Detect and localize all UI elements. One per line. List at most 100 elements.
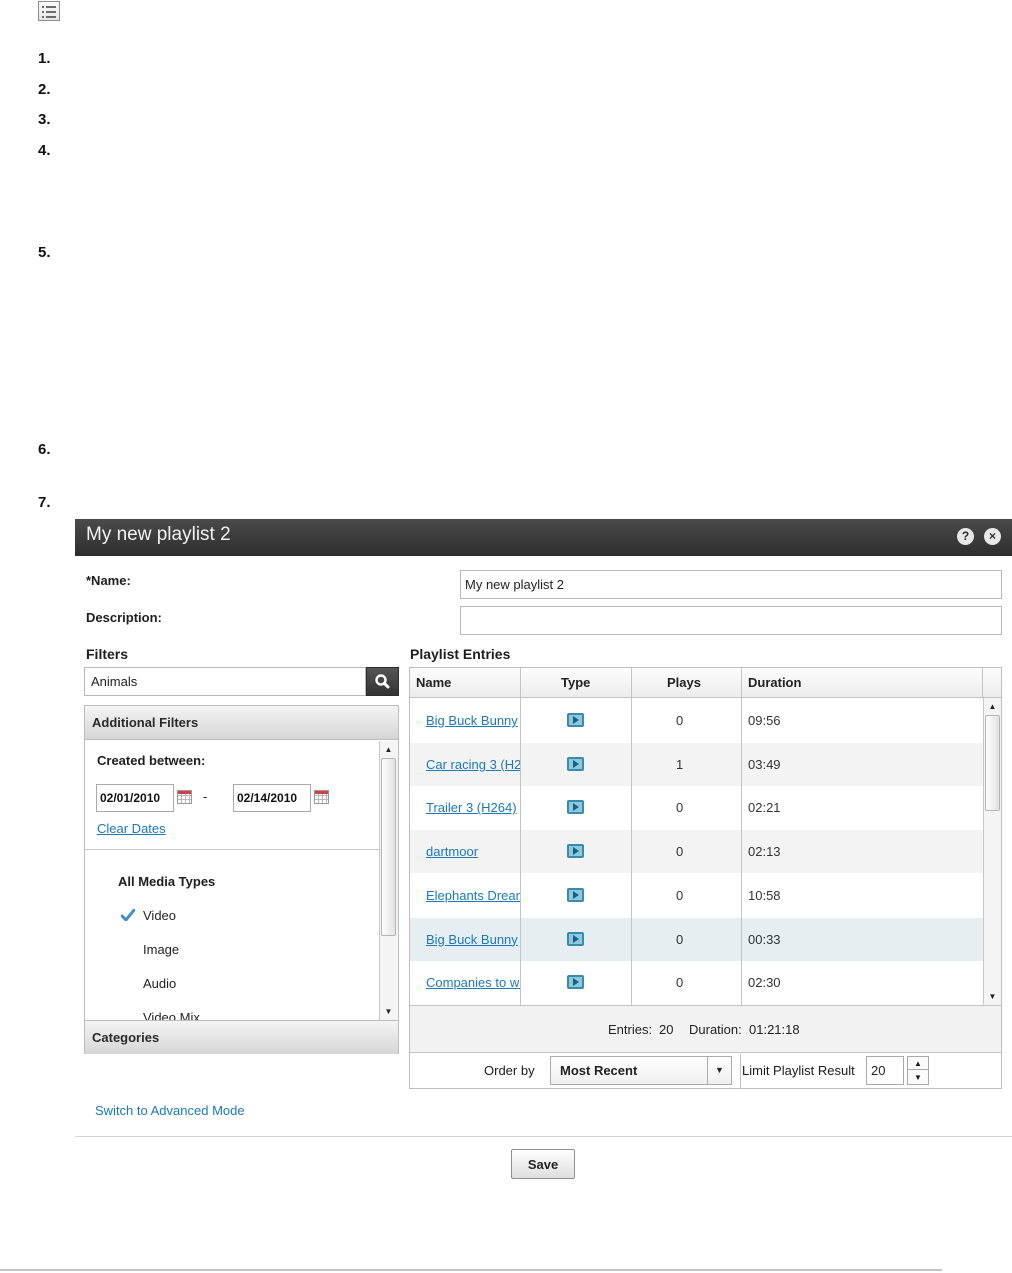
limit-stepper[interactable]: ▲ ▼ xyxy=(907,1056,929,1085)
limit-input[interactable]: 20 xyxy=(866,1056,904,1085)
chevron-down-icon[interactable]: ▼ xyxy=(707,1057,731,1084)
order-by-value: Most Recent xyxy=(560,1063,638,1078)
date-separator: - xyxy=(203,789,208,804)
all-media-types-label[interactable]: All Media Types xyxy=(118,874,215,889)
media-type-audio[interactable]: Audio xyxy=(143,976,176,991)
entry-type-cell xyxy=(521,918,631,961)
column-header-plays[interactable]: Plays xyxy=(667,668,701,698)
entries-value: 20 xyxy=(659,1022,674,1037)
table-row[interactable]: Elephants Dream 0 10:58 xyxy=(410,873,983,917)
dialog-header: My new playlist 2 ? × xyxy=(75,519,1012,556)
description-label: Description: xyxy=(86,610,162,625)
entry-name-link[interactable]: dartmoor xyxy=(426,844,478,859)
footer-divider xyxy=(75,1136,1012,1137)
name-label: *Name: xyxy=(86,573,131,588)
column-divider xyxy=(520,668,521,1005)
entry-name-link[interactable]: Car racing 3 (H264) xyxy=(426,757,520,772)
close-icon[interactable]: × xyxy=(984,528,1001,545)
name-field[interactable]: My new playlist 2 xyxy=(460,570,1002,599)
column-divider xyxy=(631,668,632,1005)
entry-plays-cell: 0 xyxy=(676,800,684,816)
order-by-label: Order by xyxy=(484,1063,535,1078)
duration-value: 01:21:18 xyxy=(749,1022,800,1037)
filters-scrollbar[interactable]: ▲ ▼ xyxy=(379,741,398,1020)
entry-name-cell: Car racing 3 (H264) xyxy=(426,743,520,786)
help-icon[interactable]: ? xyxy=(957,528,974,545)
filters-panel: Additional Filters Created between: 02/0… xyxy=(84,705,399,1054)
entry-name-link[interactable]: Big Buck Bunny xyxy=(426,713,518,728)
limit-label: Limit Playlist Result xyxy=(742,1063,855,1078)
order-by-select[interactable]: Most Recent ▼ xyxy=(550,1056,732,1085)
scroll-up-arrow-icon[interactable]: ▲ xyxy=(984,698,1001,715)
playlist-summary: Entries: 20 Duration: 01:21:18 xyxy=(410,1005,1001,1053)
table-row[interactable]: Big Buck Bunny 0 09:56 xyxy=(410,699,983,742)
playlist-scrollbar[interactable]: ▲ ▼ xyxy=(983,698,1001,1005)
column-header-type[interactable]: Type xyxy=(561,668,590,698)
table-row[interactable]: dartmoor 0 02:13 xyxy=(410,830,983,874)
step-number: 3. xyxy=(38,111,51,128)
stepper-up-icon[interactable]: ▲ xyxy=(908,1057,928,1070)
step-number: 2. xyxy=(38,81,51,98)
table-row[interactable]: Companies to watch 0 02:30 xyxy=(410,961,983,1005)
playlist-dialog: My new playlist 2 ? × *Name: My new play… xyxy=(75,519,1012,1199)
entry-duration-cell: 02:30 xyxy=(748,975,781,991)
entry-plays-cell: 0 xyxy=(676,844,684,860)
step-number: 1. xyxy=(38,50,51,67)
scroll-thumb[interactable] xyxy=(381,758,396,936)
entry-name-cell: Big Buck Bunny xyxy=(426,918,520,961)
description-field[interactable] xyxy=(460,606,1002,635)
search-button[interactable] xyxy=(366,667,399,696)
column-header-name[interactable]: Name xyxy=(416,668,451,698)
video-icon xyxy=(567,844,584,859)
entry-name-cell: dartmoor xyxy=(426,830,520,873)
created-between-label: Created between: xyxy=(97,753,206,768)
scroll-thumb[interactable] xyxy=(985,715,1000,811)
scroll-down-arrow-icon[interactable]: ▼ xyxy=(984,988,1001,1005)
playlist-entries-heading: Playlist Entries xyxy=(410,646,511,662)
column-header-duration[interactable]: Duration xyxy=(748,668,801,698)
table-row[interactable]: Trailer 3 (H264) 0 02:21 xyxy=(410,786,983,830)
save-button[interactable]: Save xyxy=(511,1149,575,1179)
scroll-up-arrow-icon[interactable]: ▲ xyxy=(380,741,397,758)
filters-heading: Filters xyxy=(86,646,129,662)
entry-type-cell xyxy=(521,961,631,1004)
search-input[interactable]: Animals xyxy=(84,667,366,696)
divider xyxy=(85,849,379,850)
table-row[interactable]: Big Buck Bunny 0 00:33 xyxy=(410,917,983,961)
entry-name-cell: Trailer 3 (H264) xyxy=(426,786,520,829)
stepper-down-icon[interactable]: ▼ xyxy=(908,1071,928,1084)
entry-name-cell: Elephants Dream xyxy=(426,874,520,917)
entry-type-cell xyxy=(521,699,631,742)
column-divider xyxy=(741,668,742,1005)
clear-dates-link[interactable]: Clear Dates xyxy=(97,821,166,836)
entry-plays-cell: 0 xyxy=(676,931,684,947)
categories-header[interactable]: Categories xyxy=(85,1020,398,1054)
media-type-video[interactable]: Video xyxy=(143,908,176,923)
entry-type-cell xyxy=(521,786,631,829)
table-row[interactable]: Car racing 3 (H264) 1 03:49 xyxy=(410,742,983,786)
advanced-mode-link[interactable]: Switch to Advanced Mode xyxy=(95,1103,245,1118)
entry-name-link[interactable]: Trailer 3 (H264) xyxy=(426,800,517,815)
video-icon xyxy=(567,713,584,727)
video-icon xyxy=(567,887,584,902)
date-to-field[interactable]: 02/14/2010 xyxy=(233,784,311,812)
calendar-icon[interactable] xyxy=(177,790,192,804)
entry-duration-cell: 02:13 xyxy=(748,844,781,860)
entry-name-link[interactable]: Companies to watch xyxy=(426,975,520,990)
entry-type-cell xyxy=(521,743,631,786)
step-number: 5. xyxy=(38,244,51,261)
entry-plays-cell: 0 xyxy=(676,713,684,728)
column-divider xyxy=(740,1054,741,1089)
check-icon xyxy=(121,909,135,921)
entry-duration-cell: 03:49 xyxy=(748,756,781,772)
scroll-down-arrow-icon[interactable]: ▼ xyxy=(380,1003,397,1020)
date-from-field[interactable]: 02/01/2010 xyxy=(96,784,174,812)
additional-filters-header[interactable]: Additional Filters xyxy=(85,706,398,740)
entry-name-cell: Big Buck Bunny xyxy=(426,699,520,742)
step-number: 7. xyxy=(38,494,51,511)
media-type-image[interactable]: Image xyxy=(143,942,179,957)
entry-name-link[interactable]: Big Buck Bunny xyxy=(426,932,518,947)
entry-name-link[interactable]: Elephants Dream xyxy=(426,888,520,903)
calendar-icon[interactable] xyxy=(314,790,329,804)
entry-plays-cell: 0 xyxy=(676,975,684,991)
